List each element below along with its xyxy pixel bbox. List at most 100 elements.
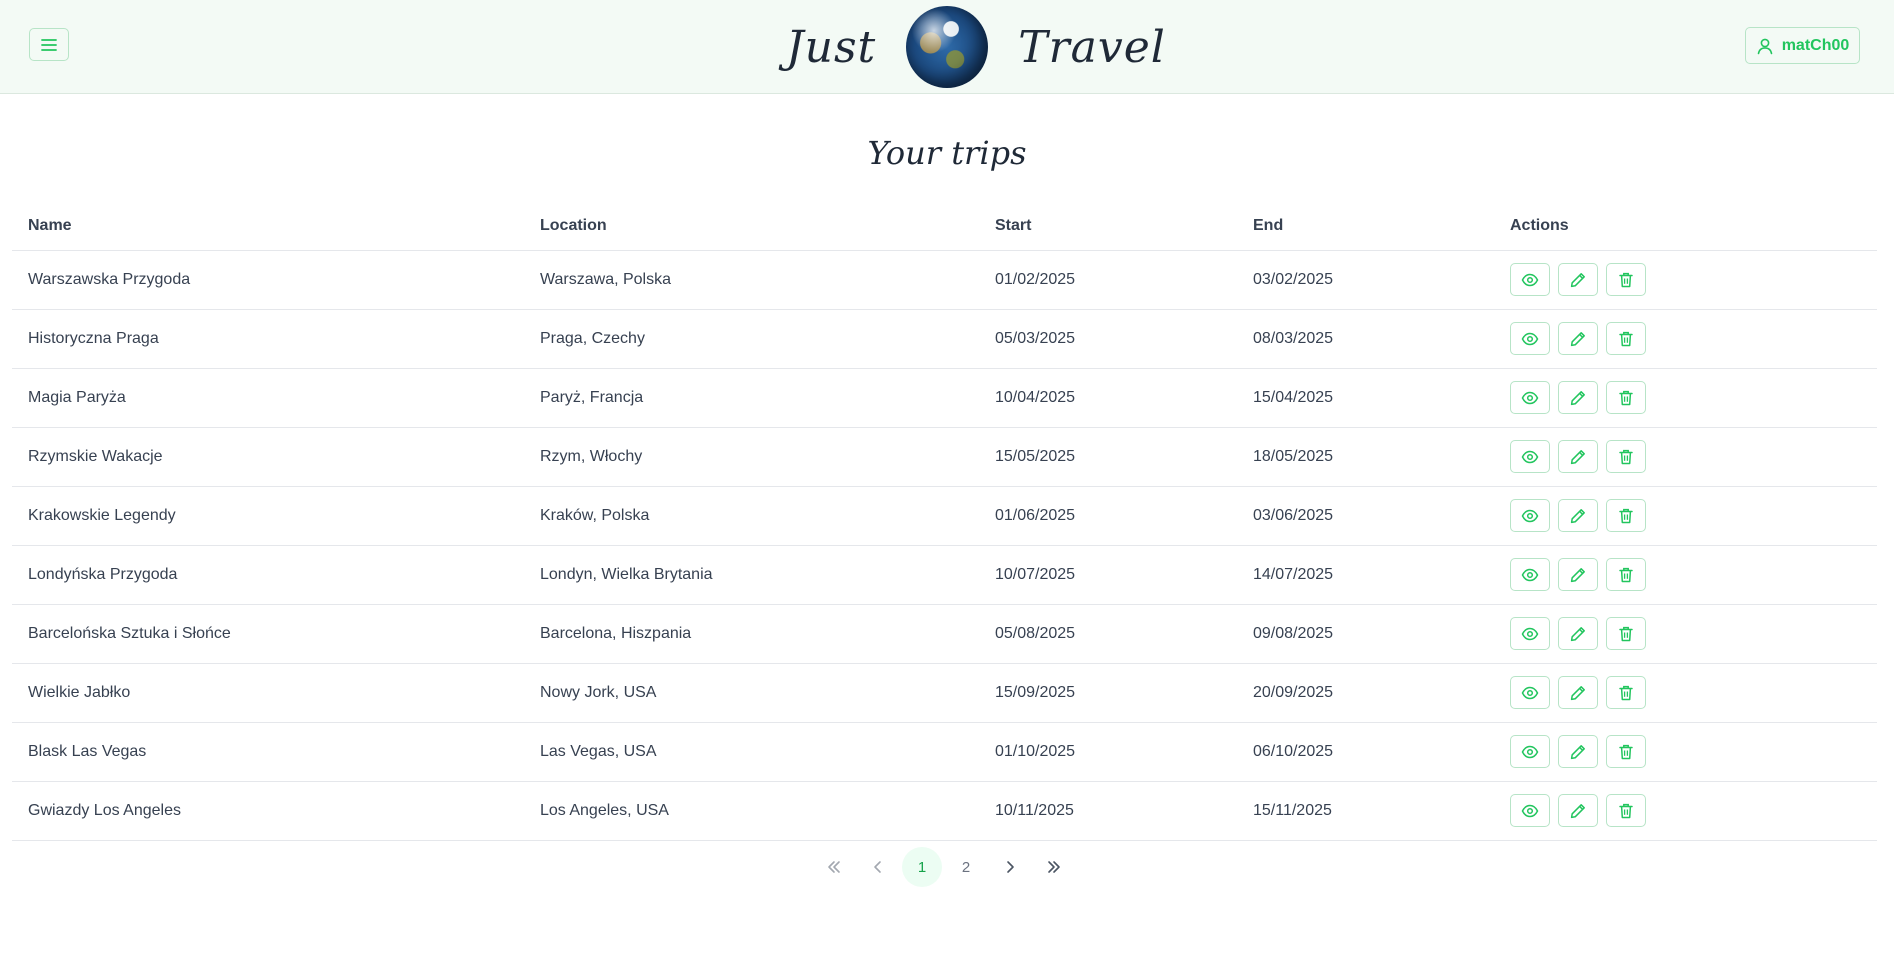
eye-icon [1521, 273, 1539, 286]
edit-trip-button[interactable] [1558, 558, 1598, 591]
pagination: 1 2 [814, 847, 1078, 887]
delete-trip-button[interactable] [1606, 440, 1646, 473]
trash-icon [1619, 803, 1633, 818]
delete-trip-button[interactable] [1606, 322, 1646, 355]
table-row: Wielkie Jabłko Nowy Jork, USA 15/09/2025 20… [12, 663, 1877, 723]
pencil-icon [1570, 626, 1585, 641]
trip-start-date: 15/05/2025 [979, 427, 1237, 487]
trip-end-date: 15/11/2025 [1237, 781, 1494, 841]
row-actions [1510, 381, 1877, 414]
column-header-end[interactable]: End [1237, 203, 1494, 251]
row-actions [1510, 558, 1877, 591]
delete-trip-button[interactable] [1606, 735, 1646, 768]
delete-trip-button[interactable] [1606, 499, 1646, 532]
view-trip-button[interactable] [1510, 440, 1550, 473]
trip-location: Los Angeles, USA [524, 781, 979, 841]
view-trip-button[interactable] [1510, 794, 1550, 827]
view-trip-button[interactable] [1510, 499, 1550, 532]
trip-actions [1494, 545, 1877, 605]
table-row: Barcelońska Sztuka i Słońce Barcelona, Hi… [12, 604, 1877, 664]
pencil-icon [1570, 390, 1585, 405]
trip-name: Gwiazdy Los Angeles [12, 781, 524, 841]
menu-button[interactable] [29, 28, 69, 61]
trip-location: Barcelona, Hiszpania [524, 604, 979, 664]
trip-name: Rzymskie Wakacje [12, 427, 524, 487]
trip-location: Paryż, Francja [524, 368, 979, 428]
trip-end-date: 14/07/2025 [1237, 545, 1494, 605]
view-trip-button[interactable] [1510, 617, 1550, 650]
view-trip-button[interactable] [1510, 322, 1550, 355]
trip-actions [1494, 368, 1877, 428]
trip-start-date: 10/07/2025 [979, 545, 1237, 605]
edit-trip-button[interactable] [1558, 676, 1598, 709]
delete-trip-button[interactable] [1606, 558, 1646, 591]
eye-icon [1521, 391, 1539, 404]
trip-location: Londyn, Wielka Brytania [524, 545, 979, 605]
trip-location: Rzym, Włochy [524, 427, 979, 487]
column-header-start[interactable]: Start [979, 203, 1237, 251]
edit-trip-button[interactable] [1558, 735, 1598, 768]
table-row: Gwiazdy Los Angeles Los Angeles, USA 10/11… [12, 781, 1877, 841]
row-actions [1510, 617, 1877, 650]
row-actions [1510, 322, 1877, 355]
app-header: Just Travel matCh00 [0, 0, 1894, 94]
next-page-button[interactable] [990, 847, 1030, 887]
delete-trip-button[interactable] [1606, 676, 1646, 709]
edit-trip-button[interactable] [1558, 263, 1598, 296]
view-trip-button[interactable] [1510, 676, 1550, 709]
delete-trip-button[interactable] [1606, 381, 1646, 414]
last-page-button[interactable] [1034, 847, 1074, 887]
trip-start-date: 10/11/2025 [979, 781, 1237, 841]
row-actions [1510, 676, 1877, 709]
column-header-name[interactable]: Name [12, 203, 524, 251]
chevron-right-icon [1007, 861, 1014, 873]
view-trip-button[interactable] [1510, 381, 1550, 414]
pencil-icon [1570, 803, 1585, 818]
trip-actions [1494, 427, 1877, 487]
trip-location: Warszawa, Polska [524, 250, 979, 310]
view-trip-button[interactable] [1510, 558, 1550, 591]
table-row: Rzymskie Wakacje Rzym, Włochy 15/05/2025 18… [12, 427, 1877, 487]
chevron-left-icon [874, 861, 881, 873]
edit-trip-button[interactable] [1558, 499, 1598, 532]
pencil-icon [1570, 331, 1585, 346]
trip-name: Wielkie Jabłko [12, 663, 524, 723]
eye-icon [1521, 804, 1539, 817]
trip-actions [1494, 486, 1877, 546]
page-button-1[interactable]: 1 [902, 847, 942, 887]
view-trip-button[interactable] [1510, 735, 1550, 768]
chevrons-right-icon [1048, 861, 1060, 873]
trip-actions [1494, 309, 1877, 369]
edit-trip-button[interactable] [1558, 617, 1598, 650]
edit-trip-button[interactable] [1558, 794, 1598, 827]
delete-trip-button[interactable] [1606, 794, 1646, 827]
edit-trip-button[interactable] [1558, 381, 1598, 414]
trash-icon [1619, 331, 1633, 346]
view-trip-button[interactable] [1510, 263, 1550, 296]
table-row: Blask Las Vegas Las Vegas, USA 01/10/2025 0… [12, 722, 1877, 782]
previous-page-button[interactable] [858, 847, 898, 887]
row-actions [1510, 794, 1877, 827]
brand-logo[interactable]: Just Travel [786, 4, 1166, 90]
username-label: matCh00 [1781, 36, 1850, 54]
pencil-icon [1570, 567, 1585, 582]
delete-trip-button[interactable] [1606, 263, 1646, 296]
trash-icon [1619, 685, 1633, 700]
trip-end-date: 08/03/2025 [1237, 309, 1494, 369]
delete-trip-button[interactable] [1606, 617, 1646, 650]
pencil-icon [1570, 508, 1585, 523]
eye-icon [1521, 686, 1539, 699]
column-header-location[interactable]: Location [524, 203, 979, 251]
edit-trip-button[interactable] [1558, 322, 1598, 355]
edit-trip-button[interactable] [1558, 440, 1598, 473]
trip-name: Krakowskie Legendy [12, 486, 524, 546]
trip-end-date: 03/02/2025 [1237, 250, 1494, 310]
table-row: Krakowskie Legendy Kraków, Polska 01/06/20… [12, 486, 1877, 546]
trip-location: Nowy Jork, USA [524, 663, 979, 723]
first-page-button[interactable] [814, 847, 854, 887]
trip-name: Warszawska Przygoda [12, 250, 524, 310]
user-account-button[interactable]: matCh00 [1745, 27, 1860, 64]
table-row: Londyńska Przygoda Londyn, Wielka Brytani… [12, 545, 1877, 605]
pencil-icon [1570, 272, 1585, 287]
page-button-2[interactable]: 2 [946, 847, 986, 887]
